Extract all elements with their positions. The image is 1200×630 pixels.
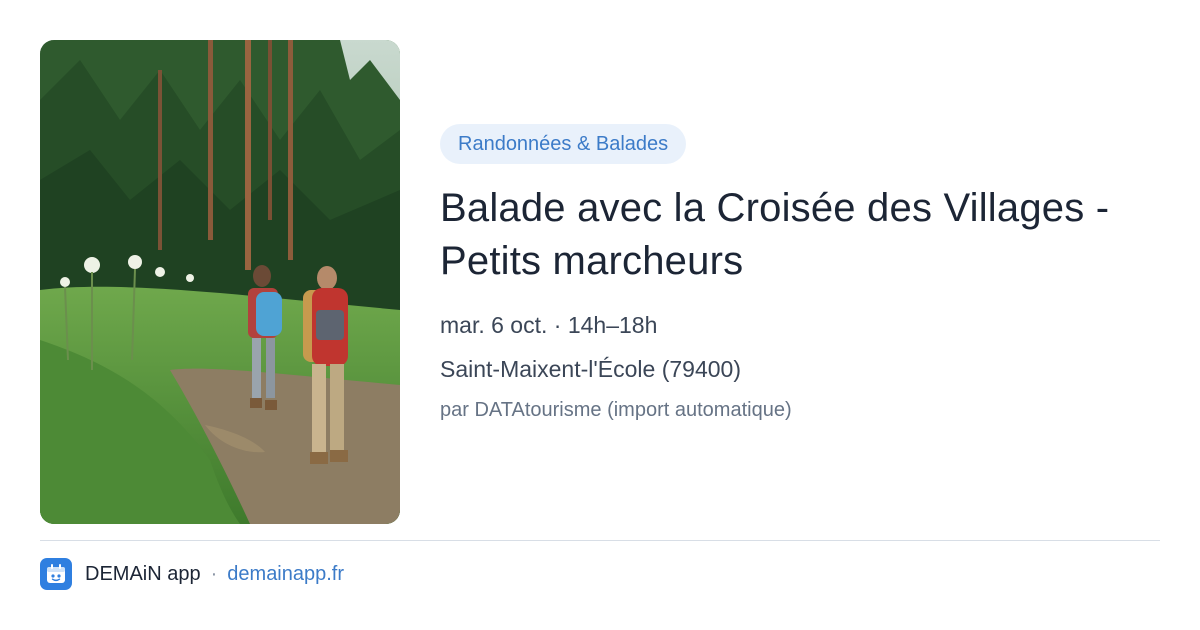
hikers-photo-illustration: [40, 40, 400, 524]
category-badge[interactable]: Randonnées & Balades: [440, 124, 687, 164]
event-title: Balade avec la Croisée des Villages - Pe…: [440, 186, 1110, 283]
app-name: DEMAiN app: [85, 562, 201, 585]
demain-app-logo-icon[interactable]: [40, 558, 72, 590]
event-details: Randonnées & Balades Balade avec la Croi…: [440, 124, 1170, 424]
event-photo: [40, 40, 400, 524]
footer: DEMAiN app · demainapp.fr: [40, 558, 344, 590]
event-source: par DATAtourisme (import automatique): [440, 399, 792, 421]
footer-divider: [40, 540, 1160, 541]
site-link[interactable]: demainapp.fr: [227, 563, 344, 586]
footer-separator: ·: [210, 562, 218, 585]
event-date-time: mar. 6 oct. · 14h–18h: [440, 312, 658, 338]
event-location: Saint-Maixent-l'École (79400): [440, 356, 741, 382]
